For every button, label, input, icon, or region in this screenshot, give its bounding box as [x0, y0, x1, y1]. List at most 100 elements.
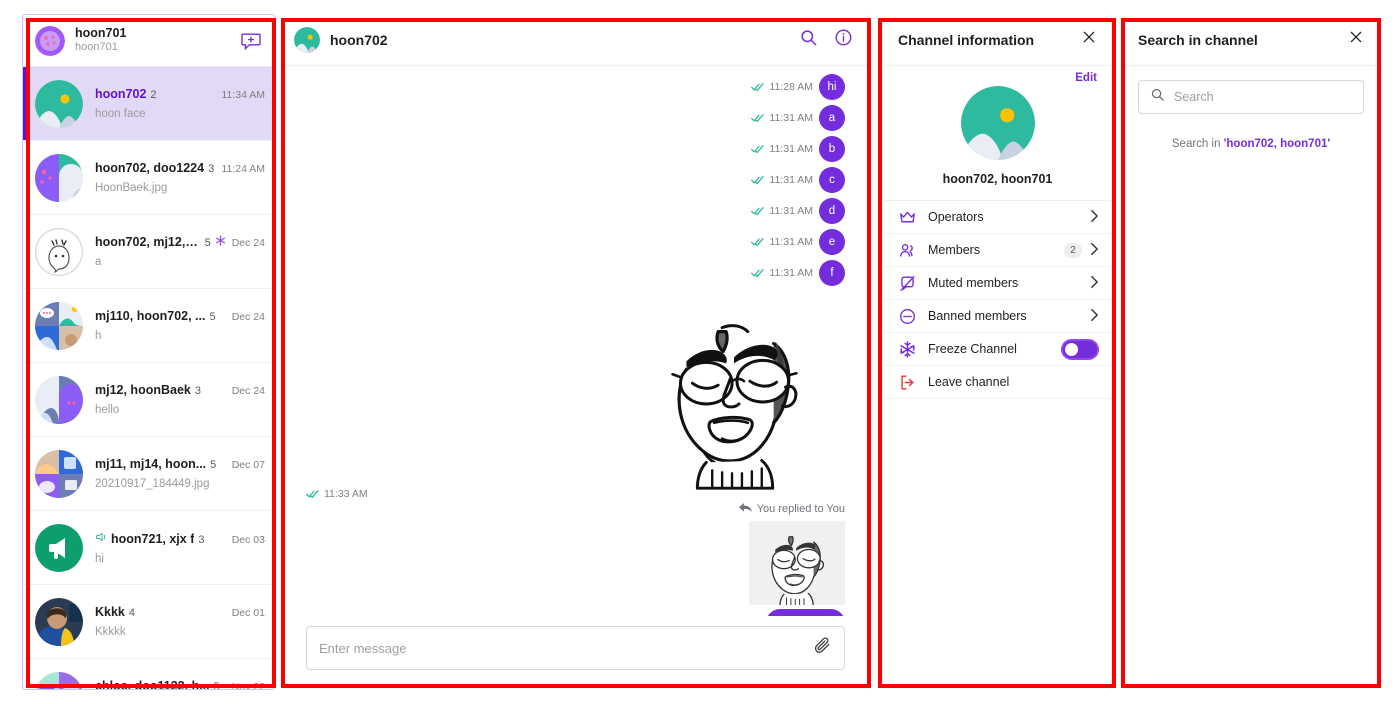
conversation-header: hoon702 [282, 14, 869, 66]
search-icon[interactable] [799, 28, 818, 52]
channel-list-item[interactable]: mj12, hoonBaek 3 Dec 24 hello [23, 363, 275, 437]
search-box-wrapper [1124, 66, 1378, 114]
current-user-names: hoon701 hoon701 [75, 26, 239, 55]
chevron-right-icon[interactable] [1090, 308, 1099, 324]
channel-list-item[interactable]: Kkkk 4 Dec 01 Kkkkk [23, 585, 275, 659]
channel-list-item[interactable]: hoon702 2 11:34 AM hoon face [23, 67, 275, 141]
channel-item-time: Dec 24 [231, 237, 265, 249]
close-icon[interactable] [1081, 29, 1097, 50]
channel-profile-avatar[interactable] [960, 86, 1035, 160]
message-list[interactable]: 11:28 AM hi 11:31 AM a 11:31 AM b 11:31 … [282, 66, 869, 616]
chevron-right-icon[interactable] [1090, 275, 1099, 291]
menu-item-banned-members[interactable]: Banned members [884, 300, 1111, 333]
channel-list-item[interactable]: hoon702, mj12, a... 5 Dec 24 a [23, 215, 275, 289]
message-item[interactable]: 11:31 AM d [306, 198, 845, 224]
channel-member-count: 5 [209, 311, 216, 323]
create-channel-icon[interactable] [239, 29, 263, 53]
close-icon[interactable] [1348, 29, 1364, 50]
conversation-avatar [294, 26, 320, 53]
channel-item-body: Kkkk 4 Dec 01 Kkkkk [95, 605, 265, 638]
channel-avatar [35, 449, 83, 498]
message-bubble[interactable]: hi [819, 74, 845, 100]
message-bubble[interactable]: c [819, 167, 845, 193]
channel-last-message: h [95, 330, 102, 342]
message-bubble[interactable]: a [819, 105, 845, 131]
message-item[interactable]: 11:31 AM f [306, 260, 845, 286]
chevron-right-icon[interactable] [1090, 242, 1099, 258]
reply-thumbnail[interactable] [749, 521, 845, 605]
message-bubble[interactable]: hoon face [766, 609, 845, 616]
channel-item-title: mj12, hoonBaek [95, 383, 191, 397]
message-bubble[interactable]: b [819, 136, 845, 162]
menu-label: Freeze Channel [928, 342, 1017, 356]
caricature-image[interactable] [627, 292, 845, 510]
chevron-right-icon[interactable] [1090, 209, 1099, 225]
members-icon [898, 241, 917, 260]
channel-item-body: mj110, hoon702, ... 5 Dec 24 h [95, 309, 265, 342]
channel-item-title: chloe, doo1122, h... [95, 679, 210, 689]
channel-item-title: mj110, hoon702, ... [95, 309, 206, 323]
channel-item-body: hoon702 2 11:34 AM hoon face [95, 87, 265, 120]
message-composer [282, 616, 869, 690]
channel-item-body: chloe, doo1122, h... 5 Nov 22 dfdfdf [95, 679, 265, 689]
search-in-channel-panel: Search in channel Search in 'hoon702, ho… [1124, 14, 1378, 690]
menu-label: Muted members [928, 276, 1019, 290]
paperclip-icon[interactable] [813, 636, 832, 660]
edit-channel-button[interactable]: Edit [898, 72, 1097, 84]
menu-item-operators[interactable]: Operators [884, 201, 1111, 234]
menu-item-freeze-channel[interactable]: Freeze Channel [884, 333, 1111, 366]
message-meta: 11:31 AM [751, 174, 813, 186]
message-bubble[interactable]: e [819, 229, 845, 255]
reply-message-item[interactable]: You replied to You [306, 502, 845, 616]
channel-member-count: 3 [194, 385, 201, 397]
muted-icon [898, 274, 917, 293]
channel-list[interactable]: hoon702 2 11:34 AM hoon face hoon702, do… [23, 67, 275, 689]
message-item[interactable]: 11:31 AM a [306, 105, 845, 131]
message-time: 11:31 AM [769, 174, 813, 186]
channel-list-item[interactable]: hoon702, doo1224 3 11:24 AM HoonBaek.jpg [23, 141, 275, 215]
message-input-wrapper[interactable] [306, 626, 845, 670]
member-count-badge: 2 [1064, 242, 1082, 258]
search-box[interactable] [1138, 80, 1364, 114]
message-time: 11:31 AM [769, 236, 813, 248]
conversation-panel: hoon702 11:28 AM hi 11:31 AM a 11:31 AM … [282, 14, 870, 690]
freeze-channel-toggle[interactable] [1061, 338, 1099, 360]
channel-last-message: hello [95, 404, 120, 416]
message-bubble[interactable]: f [819, 260, 845, 286]
read-receipt-icon [306, 489, 319, 499]
message-input[interactable] [319, 640, 813, 656]
search-input[interactable] [1174, 90, 1352, 104]
menu-item-members[interactable]: Members 2 [884, 234, 1111, 267]
message-bubble[interactable]: d [819, 198, 845, 224]
channel-list-item[interactable]: mj11, mj14, hoon... 5 Dec 07 20210917_18… [23, 437, 275, 511]
channel-list-item[interactable]: hoon721, xjx f 3 Dec 03 hi [23, 511, 275, 585]
channel-avatar [35, 79, 83, 128]
channel-item-title: mj11, mj14, hoon... [95, 457, 207, 471]
search-hint-query: 'hoon702, hoon701' [1223, 138, 1331, 150]
channel-list-panel: hoon701 hoon701 hoon702 2 11:34 AM hoon … [22, 14, 276, 690]
message-item[interactable]: 11:31 AM c [306, 167, 845, 193]
menu-label: Members [928, 243, 981, 257]
message-meta: 11:31 AM [751, 267, 813, 279]
message-item[interactable]: 11:31 AM b [306, 136, 845, 162]
read-receipt-icon [751, 144, 765, 154]
channel-item-body: mj11, mj14, hoon... 5 Dec 07 20210917_18… [95, 457, 265, 490]
channel-avatar [35, 153, 83, 202]
channel-item-time: Dec 24 [231, 385, 265, 397]
menu-item-leave-channel[interactable]: Leave channel [884, 366, 1111, 399]
channel-item-time: Dec 01 [231, 607, 265, 619]
info-icon[interactable] [834, 28, 853, 52]
menu-item-muted-members[interactable]: Muted members [884, 267, 1111, 300]
menu-right [1090, 209, 1099, 225]
channel-last-message: hi [95, 552, 104, 565]
message-time: 11:31 AM [769, 267, 813, 279]
image-message-item[interactable] [306, 292, 845, 510]
current-user-nickname: hoon701 [75, 25, 127, 40]
channel-list-item[interactable]: chloe, doo1122, h... 5 Nov 22 dfdfdf [23, 659, 275, 689]
message-item[interactable]: 11:28 AM hi [306, 74, 845, 100]
message-item[interactable]: 11:31 AM e [306, 229, 845, 255]
channel-avatar [35, 671, 83, 689]
read-receipt-icon [751, 206, 765, 216]
channel-list-item[interactable]: mj110, hoon702, ... 5 Dec 24 h [23, 289, 275, 363]
current-user-avatar [35, 25, 65, 56]
